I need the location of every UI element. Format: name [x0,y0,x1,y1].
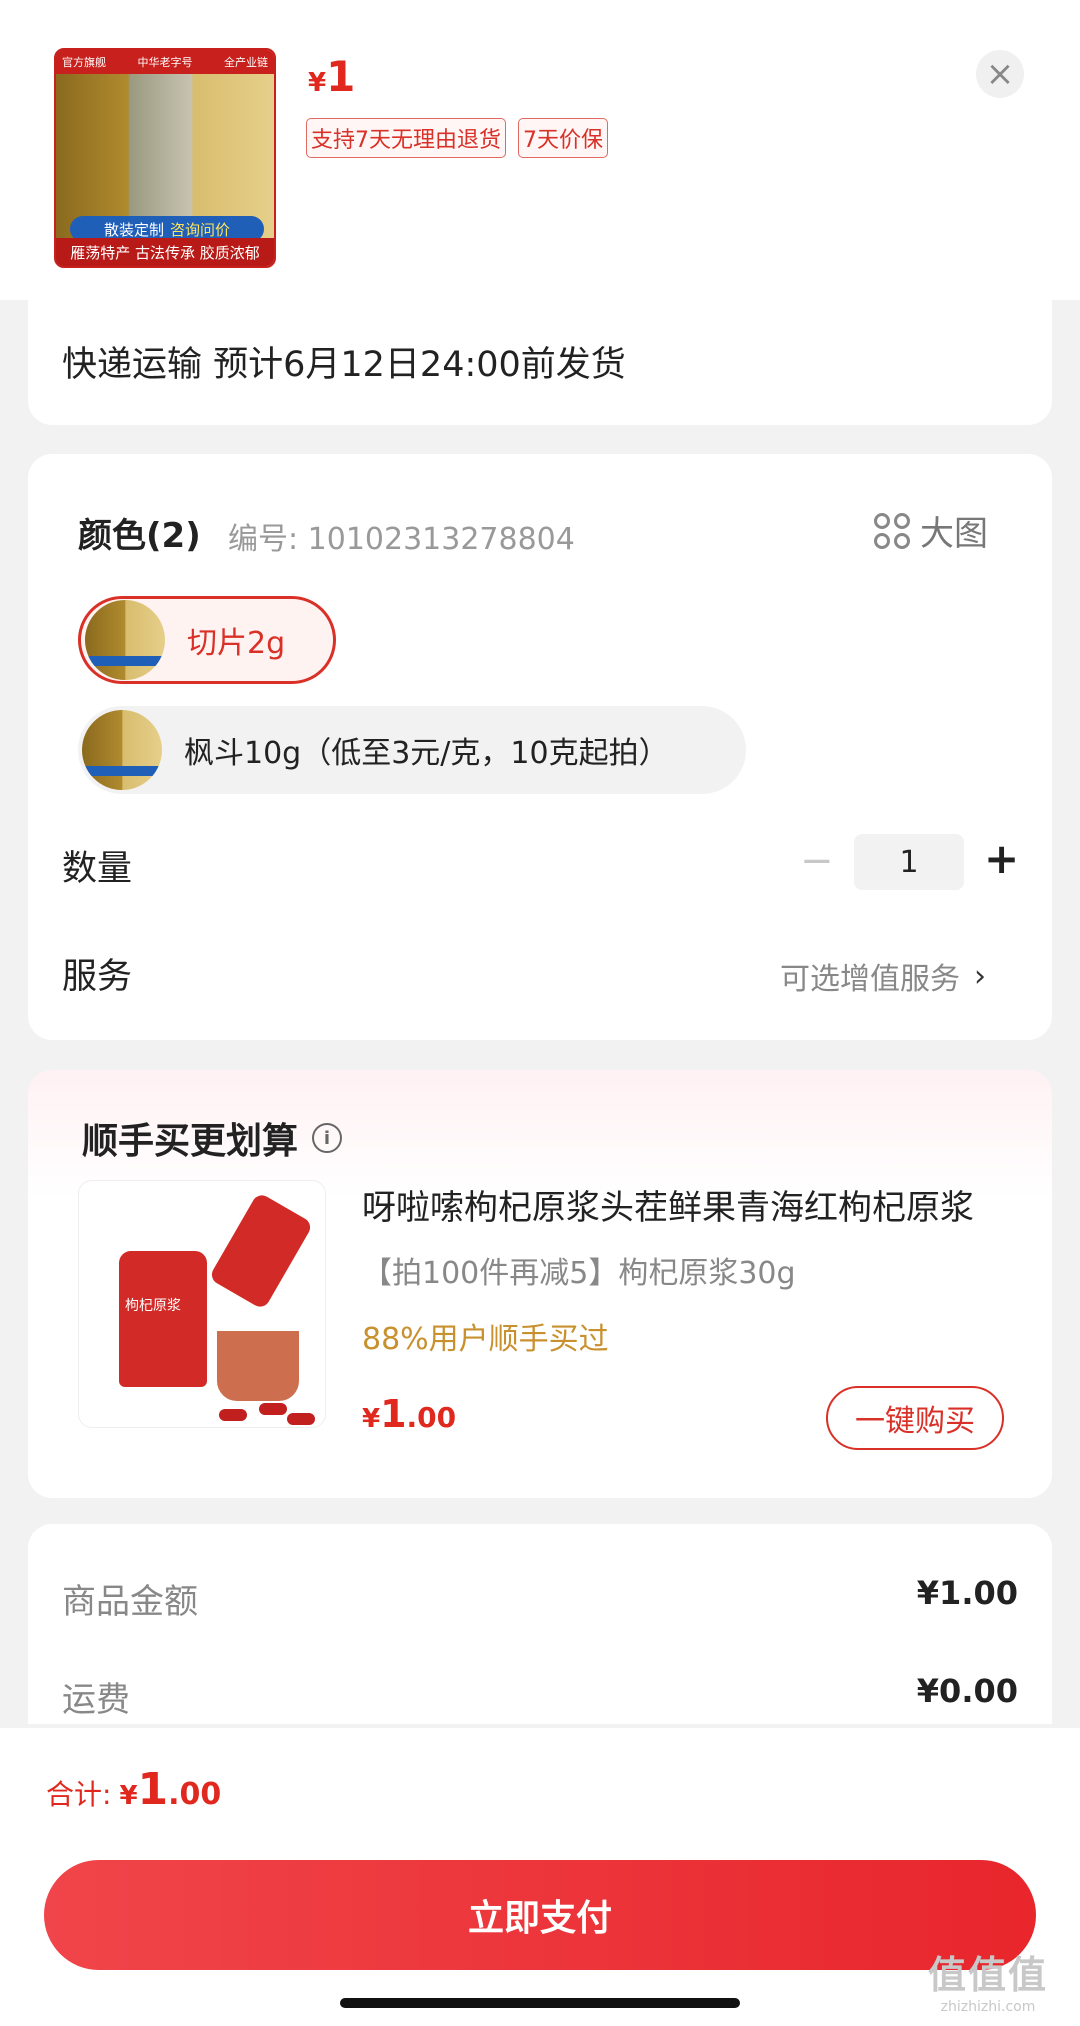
tag-return: 支持7天无理由退货 [306,118,506,158]
big-image-label: 大图 [920,514,988,554]
product-price: ¥1 [308,52,355,101]
bundle-title: 顺手买更划算 i [82,1112,343,1164]
berry-shape [287,1413,315,1425]
summary-row-shipping: 运费 ¥0.00 [62,1672,1018,1721]
image-pill-right: 咨询问价 [170,220,231,239]
pay-now-button[interactable]: 立即支付 [44,1860,1036,1970]
berry-shape [259,1403,287,1415]
info-icon[interactable]: i [312,1123,343,1153]
bundle-title-text: 顺手买更划算 [82,1121,299,1162]
grid-icon [874,512,910,549]
spec-option-fengdou[interactable]: 枫斗10g（低至3元/克，10克起拍） [78,706,746,794]
checkout-footer: 合计: ¥1.00 立即支付 值值值 zhizhizhi.com [0,1728,1080,2026]
pouch-shape: 枸杞原浆 [119,1251,207,1387]
bundle-product-name[interactable]: 呀啦嗦枸杞原浆头茬鲜果青海红枸杞原浆 [362,1180,1012,1229]
product-image[interactable]: 官方旗舰 中华老字号 全产业链 散装定制 咨询问价 雁荡特产 古法传承 胶质浓郁 [54,48,276,268]
watermark-logo: 值值值 [928,1953,1049,1997]
quantity-input[interactable]: 1 [854,834,964,890]
price-value: 1 [326,52,356,101]
service-tags: 支持7天无理由退货 7天价保 [306,118,608,158]
service-value: 可选增值服务 [780,962,960,997]
bundle-price-currency: ¥ [362,1404,381,1434]
image-tag-brand: 中华老字号 [137,56,193,69]
bundle-buy-percent: 88%用户顺手买过 [362,1322,609,1357]
option-label: 切片2g [187,626,286,661]
close-button[interactable]: × [976,50,1024,98]
option-thumbnail [82,710,162,790]
watermark: 值值值 zhizhizhi.com [928,1944,1048,2015]
summary-label: 商品金额 [62,1582,198,1622]
service-selector[interactable]: 可选增值服务 › [780,954,986,998]
option-label: 枫斗10g（低至3元/克，10克起拍） [184,736,669,771]
summary-value: ¥1.00 [916,1574,1018,1612]
option-thumbnail [85,600,165,680]
spec-option-slice[interactable]: 切片2g [78,596,336,684]
product-image-topbar: 官方旗舰 中华老字号 全产业链 [56,50,274,74]
summary-value: ¥0.00 [916,1672,1018,1710]
total-int: 1 [137,1764,169,1815]
quantity-plus-button[interactable]: + [984,834,1019,883]
summary-card: 商品金额 ¥1.00 运费 ¥0.00 [28,1524,1052,1724]
image-tag-official: 官方旗舰 [62,56,106,69]
bundle-product-sku: 【拍100件再减5】枸杞原浆30g [362,1256,796,1291]
spec-code: 编号: 10102313278804 [228,522,575,557]
spec-card: 颜色(2) 编号: 10102313278804 大图 切片2g 枫斗10g（低… [28,454,1052,1040]
chevron-right-icon: › [974,958,986,994]
shipping-card: 快递运输 预计6月12日24:00前发货 [28,300,1052,425]
bundle-price: ¥1.00 [362,1392,456,1436]
quantity-label: 数量 [62,849,133,889]
product-header: 官方旗舰 中华老字号 全产业链 散装定制 咨询问价 雁荡特产 古法传承 胶质浓郁… [0,0,1080,300]
shipping-text: 快递运输 预计6月12日24:00前发货 [62,345,626,385]
bundle-price-dec: .00 [406,1401,457,1434]
total-dec: .00 [168,1777,222,1812]
total-price: 合计: ¥1.00 [46,1764,221,1815]
big-image-button[interactable]: 大图 [874,506,988,555]
bundle-price-int: 1 [380,1392,407,1436]
quantity-minus-button[interactable]: − [800,838,834,884]
juice-cup-shape [217,1331,299,1401]
total-label: 合计: [46,1778,112,1811]
berry-shape [219,1409,247,1421]
spec-title: 颜色(2) [78,516,201,556]
image-pill-left: 散装定制 [103,220,164,239]
price-currency: ¥ [308,68,327,98]
home-indicator[interactable] [340,1998,740,2008]
total-currency: ¥ [119,1781,138,1811]
bundle-card: 顺手买更划算 i 枸杞原浆 呀啦嗦枸杞原浆头茬鲜果青海红枸杞原浆 【拍100件再… [28,1070,1052,1498]
bundle-product-image[interactable]: 枸杞原浆 [78,1180,326,1428]
tag-price-protect: 7天价保 [518,118,608,158]
summary-row-goods: 商品金额 ¥1.00 [62,1574,1018,1623]
close-icon: × [985,54,1015,94]
summary-label: 运费 [62,1680,130,1720]
pouch-shape [208,1191,314,1311]
pouch-label: 枸杞原浆 [125,1298,181,1314]
one-click-buy-button[interactable]: 一键购买 [826,1386,1004,1450]
service-label: 服务 [62,957,133,997]
watermark-url: zhizhizhi.com [940,1999,1036,2015]
image-tag-chain: 全产业链 [224,56,268,69]
image-bottom-text: 雁荡特产 古法传承 胶质浓郁 [56,238,274,266]
